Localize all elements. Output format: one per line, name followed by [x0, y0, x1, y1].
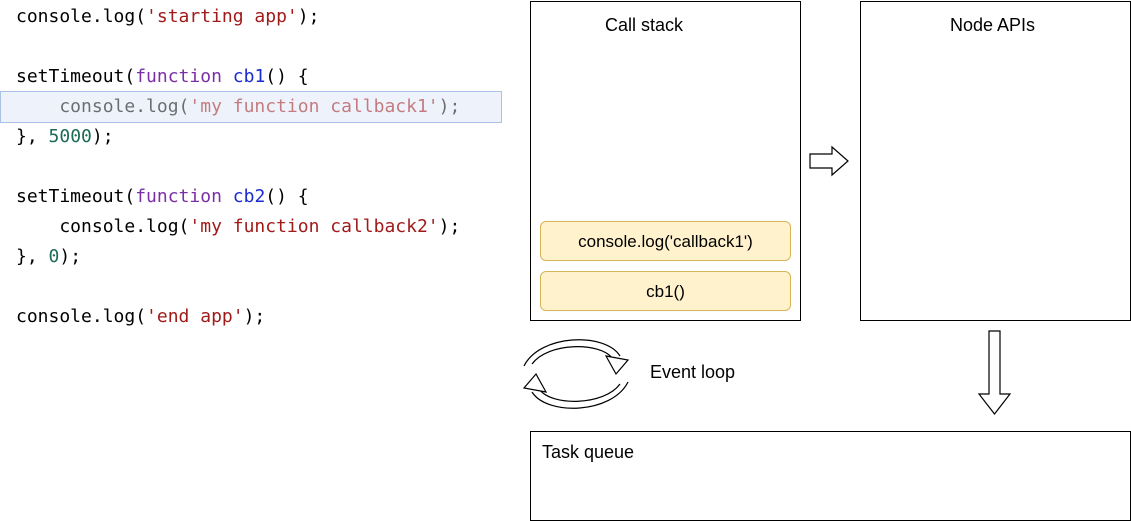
code-token: () { — [265, 186, 309, 207]
code-token: cb1 — [232, 66, 266, 87]
code-line: console.log('end app'); — [0, 302, 502, 332]
code-token: function — [135, 186, 222, 207]
code-line: console.log('starting app'); — [0, 2, 502, 32]
code-token: 'end app' — [146, 306, 244, 327]
code-token: ); — [243, 306, 266, 327]
code-line: setTimeout(function cb2() { — [0, 182, 502, 212]
code-token: ); — [297, 6, 320, 27]
call-stack-title: Call stack — [605, 15, 684, 35]
code-token: ); — [438, 96, 461, 117]
code-token: 'my function callback1' — [189, 96, 439, 117]
call-stack-box: Call stack console.log('callback1') cb1(… — [530, 1, 801, 321]
task-queue-box: Task queue — [530, 431, 1131, 521]
code-token: 'my function callback2' — [189, 216, 439, 237]
code-token: }, — [16, 246, 49, 267]
code-token: console.log( — [16, 96, 190, 117]
code-token: 'starting app' — [146, 6, 298, 27]
code-token: 0 — [48, 246, 60, 267]
code-token: setTimeout( — [16, 186, 136, 207]
code-token: console.log( — [16, 216, 190, 237]
code-line-highlighted: console.log('my function callback1'); — [0, 91, 502, 123]
code-line: setTimeout(function cb1() { — [0, 62, 502, 92]
node-apis-title: Node APIs — [950, 15, 1036, 35]
code-token: ); — [91, 126, 114, 147]
code-token: console.log( — [16, 306, 147, 327]
code-line: console.log('my function callback2'); — [0, 212, 502, 242]
code-token: ); — [438, 216, 461, 237]
code-token: function — [135, 66, 222, 87]
code-line: }, 0); — [0, 242, 502, 272]
code-token: cb2 — [232, 186, 266, 207]
node-apis-box: Node APIs — [860, 1, 1131, 321]
task-queue-title: Task queue — [542, 442, 635, 462]
code-token: setTimeout( — [16, 66, 136, 87]
event-loop-label: Event loop — [650, 362, 736, 382]
event-loop-cycle-icon — [522, 339, 630, 409]
call-stack-frame-bottom: cb1() — [540, 271, 791, 311]
code-line: }, 5000); — [0, 122, 502, 152]
code-token: }, — [16, 126, 49, 147]
code-token: () { — [265, 66, 309, 87]
call-stack-frame-top: console.log('callback1') — [540, 221, 791, 261]
code-token: 5000 — [48, 126, 92, 147]
code-token: console.log( — [16, 6, 147, 27]
code-token: ); — [59, 246, 82, 267]
right-arrow-icon — [809, 145, 849, 177]
down-arrow-icon — [977, 330, 1012, 415]
